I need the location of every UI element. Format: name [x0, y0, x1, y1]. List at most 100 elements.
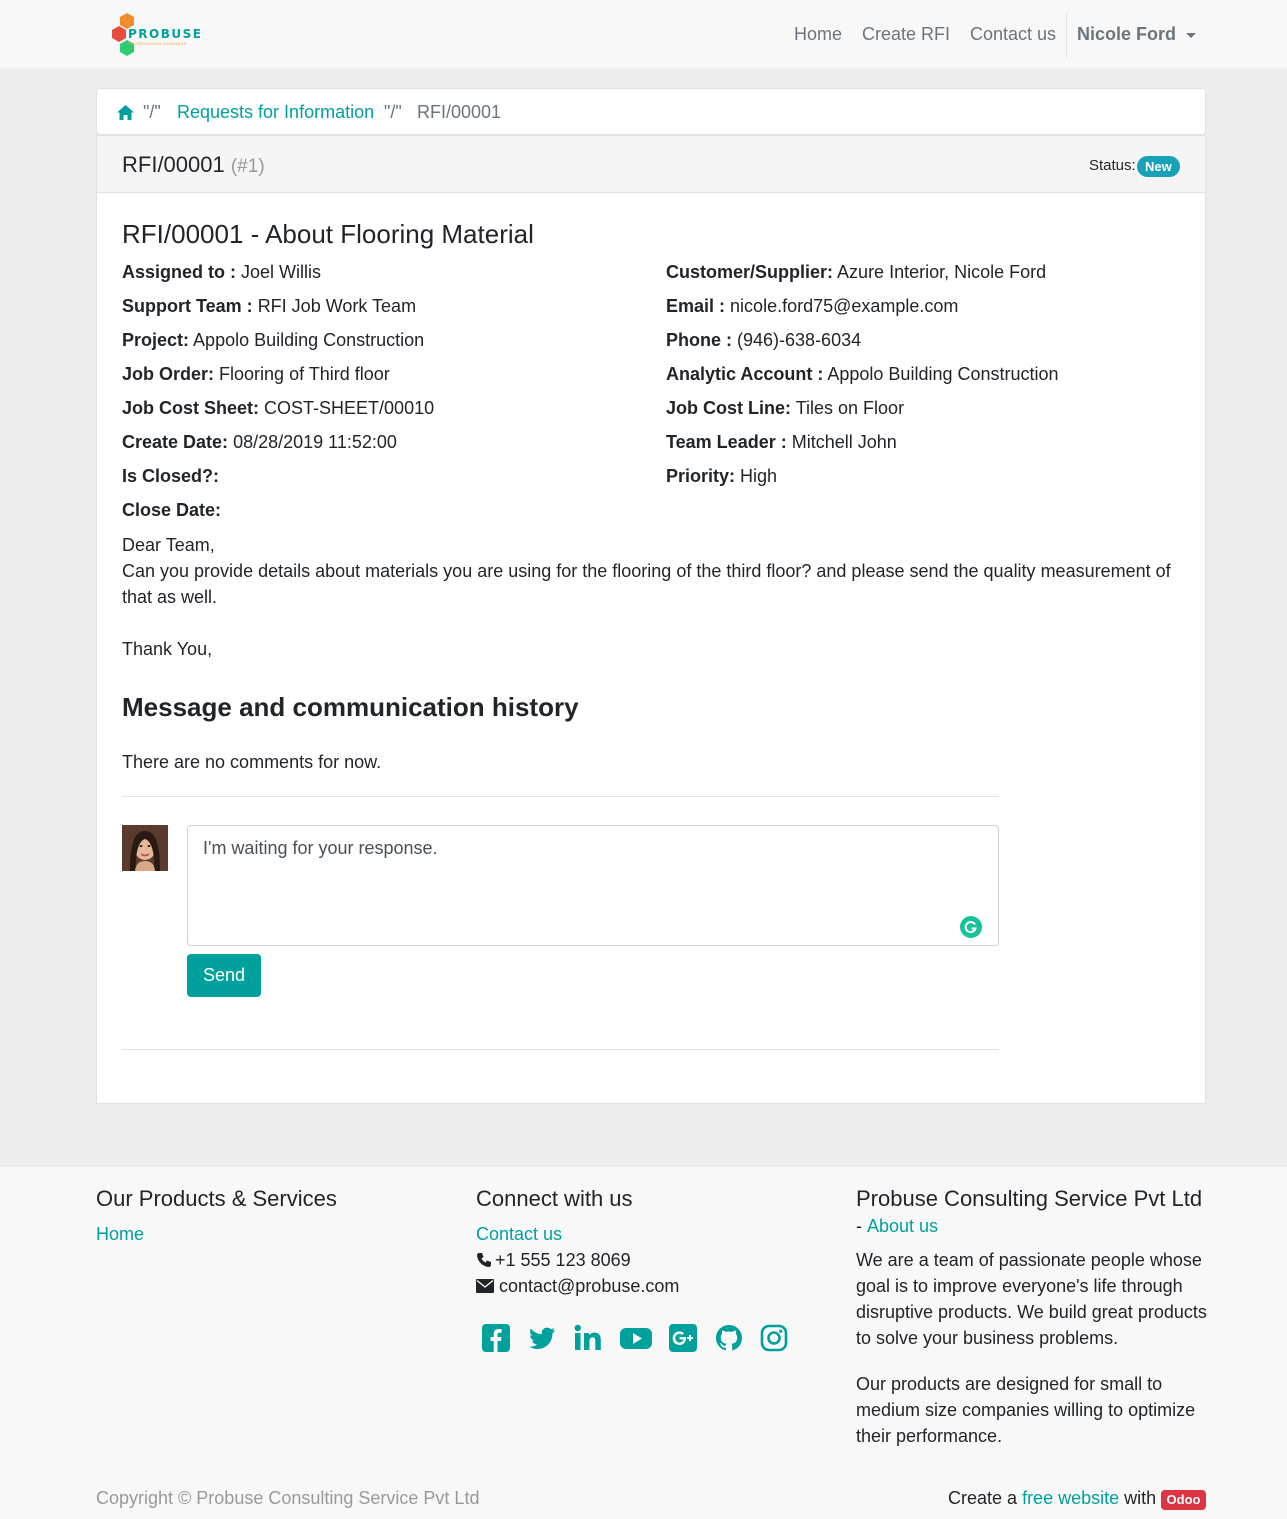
copyright: Copyright © Probuse Consulting Service P…	[96, 1488, 480, 1508]
field-label: Job Order:	[122, 364, 215, 384]
field-label: Team Leader :	[666, 432, 787, 452]
footer-phone: +1 555 123 8069	[495, 1250, 631, 1270]
desc-body: Can you provide details about materials …	[122, 561, 1171, 607]
field-value: COST-SHEET/00010	[264, 398, 435, 418]
footer-contact-link[interactable]: Contact us	[476, 1224, 562, 1245]
field-value: Azure Interior, Nicole Ford	[837, 262, 1047, 282]
grammarly-icon[interactable]	[960, 916, 982, 938]
field-label: Priority:	[666, 466, 736, 486]
google-plus-icon[interactable]	[668, 1323, 698, 1353]
breadcrumb-separator: "/"	[143, 102, 161, 122]
chevron-down-icon[interactable]	[1186, 33, 1196, 38]
avatar	[122, 825, 168, 871]
field-job-cost-line: Job Cost Line: Tiles on Floor	[666, 398, 904, 419]
field-label: Project:	[122, 330, 190, 350]
field-label: Email :	[666, 296, 726, 316]
odoo-badge[interactable]: Odoo	[1161, 1490, 1206, 1510]
nav-create-rfi[interactable]: Create RFI	[862, 24, 950, 45]
field-value: Appolo Building Construction	[827, 364, 1059, 384]
footer-home-link[interactable]: Home	[96, 1224, 144, 1245]
send-button[interactable]: Send	[187, 954, 261, 997]
field-value: 08/28/2019 11:52:00	[233, 432, 397, 452]
footer-email[interactable]: contact@probuse.com	[499, 1276, 679, 1297]
field-priority: Priority: High	[666, 466, 777, 487]
rfi-ref-text: RFI/00001	[122, 152, 225, 177]
field-label: Job Cost Line:	[666, 398, 791, 418]
field-email: Email : nicole.ford75@example.com	[666, 296, 958, 317]
footer-dash: -	[856, 1216, 862, 1236]
instagram-icon[interactable]	[759, 1323, 789, 1353]
field-value: Mitchell John	[791, 432, 897, 452]
field-create-date: Create Date: 08/28/2019 11:52:00	[122, 432, 397, 453]
field-value: RFI Job Work Team	[257, 296, 417, 316]
rfi-card: RFI/00001 (#1) Status: New RFI/00001 - A…	[96, 135, 1206, 1104]
field-label: Customer/Supplier:	[666, 262, 834, 282]
breadcrumb-requests[interactable]: Requests for Information	[177, 102, 374, 123]
create-website-text: Create a free website with	[948, 1488, 1156, 1509]
field-assigned-to: Assigned to : Joel Willis	[122, 262, 321, 283]
field-value: nicole.ford75@example.com	[730, 296, 959, 316]
field-label: Phone :	[666, 330, 732, 350]
card-header: RFI/00001 (#1) Status: New	[97, 136, 1205, 193]
breadcrumb-current: RFI/00001	[417, 102, 502, 122]
with-text: with	[1124, 1488, 1157, 1508]
divider	[122, 1049, 999, 1050]
field-support-team: Support Team : RFI Job Work Team	[122, 296, 416, 317]
user-menu[interactable]: Nicole Ford	[1077, 24, 1176, 45]
field-value: (946)-638-6034	[737, 330, 862, 350]
field-label: Job Cost Sheet:	[122, 398, 260, 418]
nav-home[interactable]: Home	[794, 24, 842, 45]
divider	[122, 796, 999, 797]
twitter-icon[interactable]	[527, 1323, 557, 1353]
youtube-icon[interactable]	[620, 1323, 652, 1353]
desc-signoff: Thank You,	[122, 639, 213, 659]
message-input[interactable]: I'm waiting for your response.	[187, 825, 999, 946]
history-title: Message and communication history	[122, 692, 579, 722]
field-value: Tiles on Floor	[795, 398, 905, 418]
field-job-order: Job Order: Flooring of Third floor	[122, 364, 390, 385]
nav-contact-us[interactable]: Contact us	[970, 24, 1056, 45]
free-website-link[interactable]: free website	[1022, 1488, 1119, 1508]
footer-products-title: Our Products & Services	[96, 1186, 337, 1211]
rfi-description: Dear Team, Can you provide details about…	[122, 532, 1182, 662]
field-value: Joel Willis	[241, 262, 322, 282]
field-team-leader: Team Leader : Mitchell John	[666, 432, 897, 453]
field-label: Support Team :	[122, 296, 253, 316]
rfi-title: RFI/00001 - About Flooring Material	[122, 219, 534, 249]
field-label: Create Date:	[122, 432, 229, 452]
no-comments-text: There are no comments for now.	[122, 752, 382, 772]
create-a-text: Create a	[948, 1488, 1018, 1508]
home-icon[interactable]	[117, 105, 134, 120]
footer-company-title: Probuse Consulting Service Pvt Ltd	[856, 1186, 1203, 1211]
field-label: Analytic Account :	[666, 364, 824, 384]
footer-connect-title: Connect with us	[476, 1186, 633, 1211]
field-analytic-account: Analytic Account : Appolo Building Const…	[666, 364, 1059, 385]
breadcrumb: "/" Requests for Information "/" RFI/000…	[96, 88, 1206, 135]
field-is-closed: Is Closed?:	[122, 466, 219, 487]
field-value: Appolo Building Construction	[193, 330, 425, 350]
logo-subtext: PROFESSIONAL BUSINESS	[128, 41, 187, 46]
field-customer-supplier: Customer/Supplier: Azure Interior, Nicol…	[666, 262, 1046, 283]
rfi-reference: RFI/00001 (#1)	[122, 152, 265, 178]
linkedin-icon[interactable]	[573, 1323, 603, 1353]
breadcrumb-separator: "/"	[384, 102, 402, 122]
logo-text: PROBUSE	[128, 27, 203, 41]
field-value: High	[740, 466, 778, 486]
footer-about-link[interactable]: About us	[867, 1216, 938, 1237]
field-phone: Phone : (946)-638-6034	[666, 330, 861, 351]
footer-about-text: We are a team of passionate people whose…	[856, 1250, 1207, 1348]
footer-products-text: Our products are designed for small to m…	[856, 1374, 1196, 1446]
facebook-icon[interactable]	[481, 1323, 511, 1353]
github-icon[interactable]	[714, 1323, 744, 1353]
field-label: Close Date:	[122, 500, 222, 520]
envelope-icon	[476, 1279, 494, 1293]
desc-greeting: Dear Team,	[122, 535, 215, 555]
field-close-date: Close Date:	[122, 500, 221, 521]
field-label: Assigned to :	[122, 262, 237, 282]
rfi-id: (#1)	[230, 156, 265, 177]
field-job-cost-sheet: Job Cost Sheet: COST-SHEET/00010	[122, 398, 434, 419]
field-value: Flooring of Third floor	[219, 364, 390, 384]
status-badge: New	[1137, 156, 1180, 177]
status-label: Status:	[1089, 157, 1136, 174]
phone-icon	[477, 1253, 491, 1267]
